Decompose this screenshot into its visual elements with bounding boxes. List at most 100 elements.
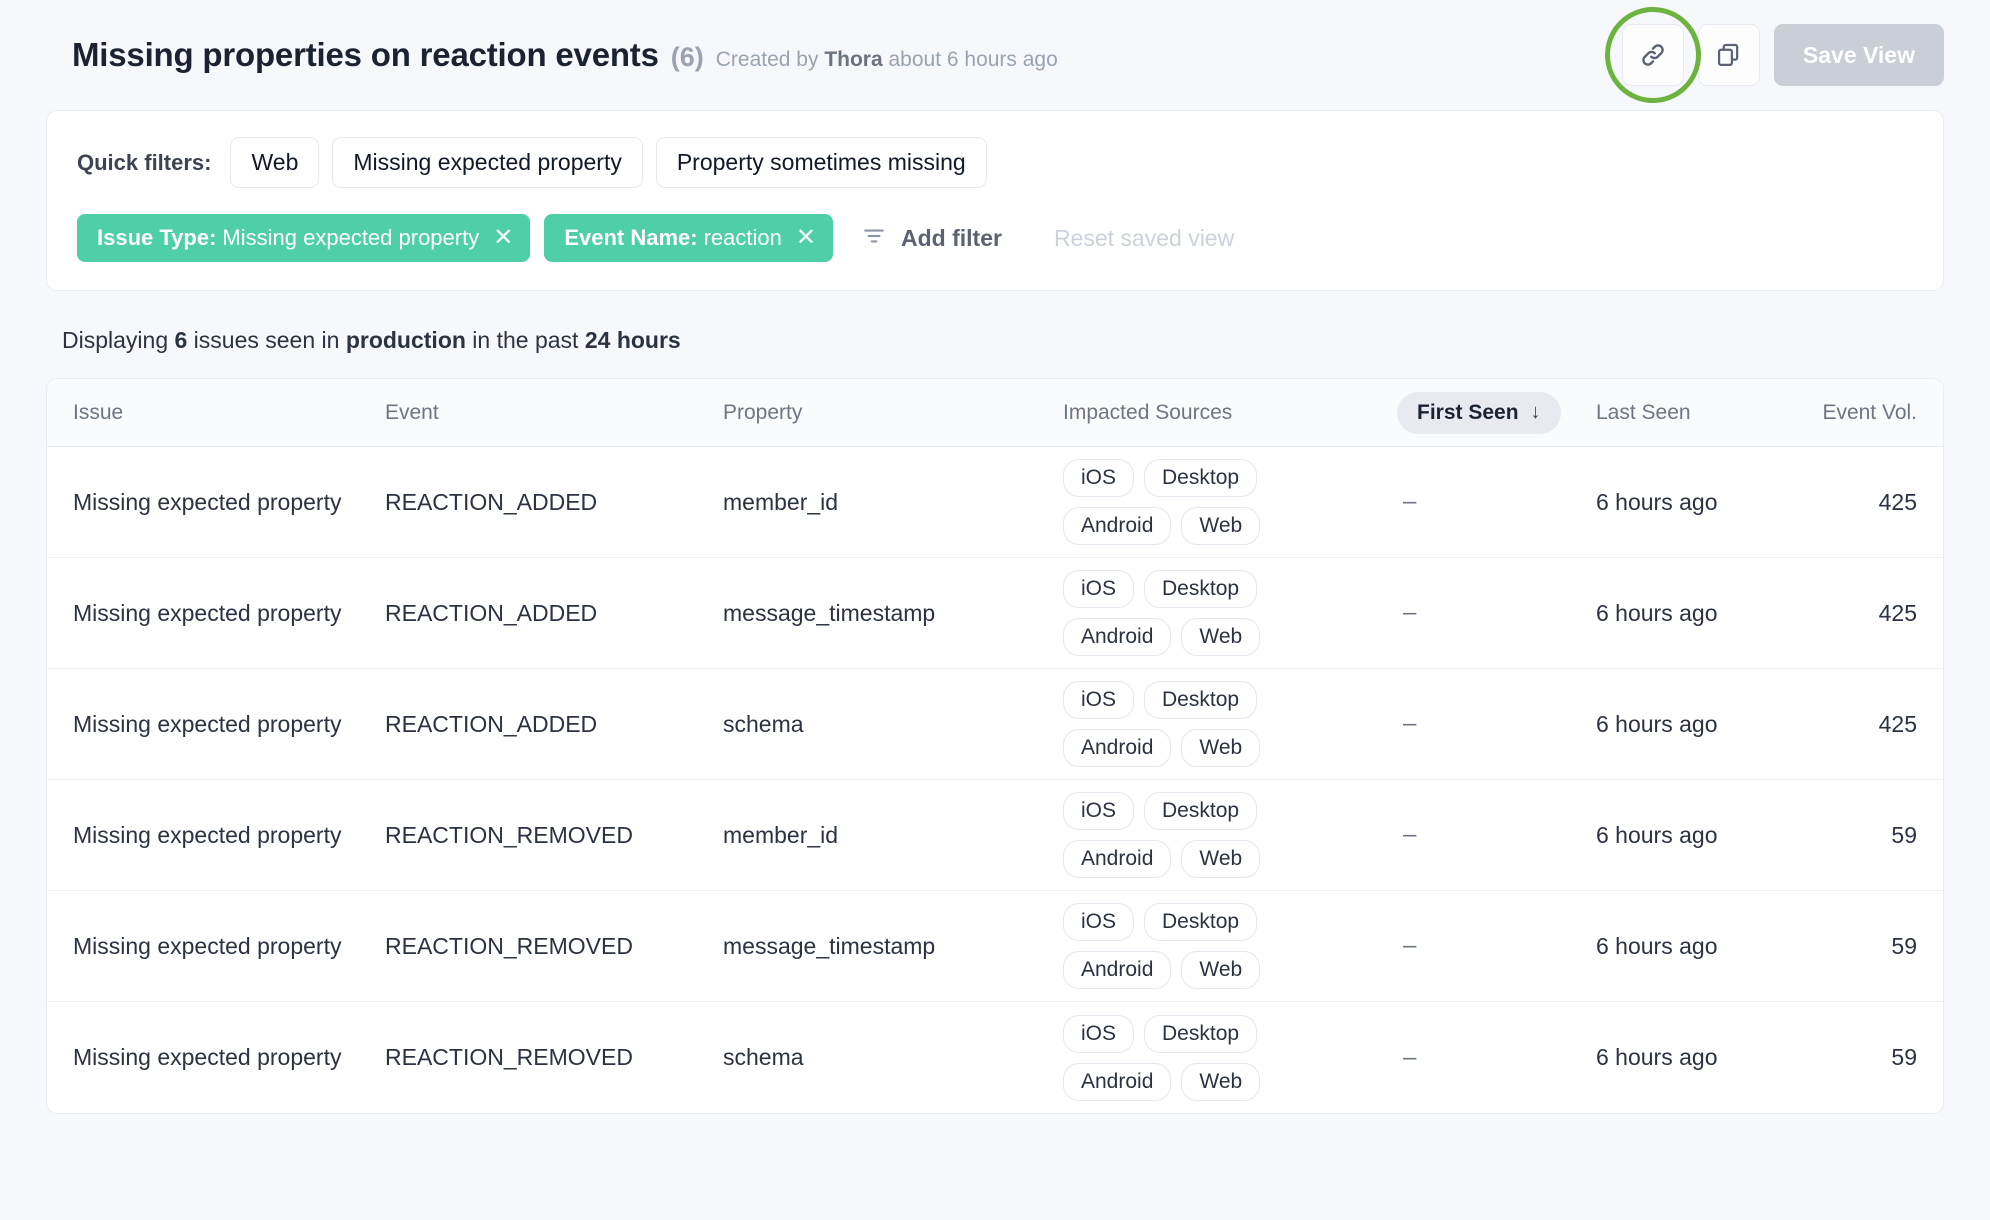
source-tag[interactable]: Desktop — [1144, 459, 1257, 497]
event-name: REACTION_REMOVED — [385, 822, 633, 848]
impacted-sources-cell: iOS Desktop Android Web — [1063, 566, 1403, 660]
source-tag[interactable]: iOS — [1063, 681, 1134, 719]
remove-filter-icon[interactable]: ✕ — [493, 226, 513, 250]
link-icon — [1638, 40, 1668, 70]
summary-prefix: Displaying — [62, 327, 175, 353]
column-header-sources-wrap: Impacted Sources — [1063, 401, 1403, 425]
event-name: REACTION_REMOVED — [385, 933, 633, 959]
property-name-cell: message_timestamp — [723, 600, 1063, 627]
column-header-event[interactable]: Event — [385, 401, 439, 424]
source-tag[interactable]: Android — [1063, 507, 1171, 545]
source-tag[interactable]: Web — [1181, 1063, 1260, 1101]
last-seen-cell: 6 hours ago — [1596, 933, 1796, 960]
source-tag[interactable]: iOS — [1063, 570, 1134, 608]
source-tag[interactable]: Web — [1181, 951, 1260, 989]
column-header-first-seen[interactable]: First Seen ↓ — [1397, 392, 1561, 434]
page-header: Missing properties on reaction events (6… — [0, 0, 1990, 110]
copy-icon — [1715, 41, 1743, 69]
last-seen-cell: 6 hours ago — [1596, 600, 1796, 627]
source-tag[interactable]: Android — [1063, 840, 1171, 878]
applied-filters-row: Issue Type: Missing expected property ✕ … — [77, 214, 1913, 262]
table-header-row: Issue Event Property Impacted Sources Fi… — [47, 379, 1943, 447]
add-filter-button[interactable]: Add filter — [861, 223, 1002, 254]
column-header-last-seen-wrap: Last Seen — [1596, 401, 1796, 425]
source-tag[interactable]: Web — [1181, 729, 1260, 767]
source-tag[interactable]: iOS — [1063, 1015, 1134, 1053]
save-view-button[interactable]: Save View — [1774, 24, 1944, 86]
page-root: Missing properties on reaction events (6… — [0, 0, 1990, 1220]
source-tag[interactable]: Android — [1063, 618, 1171, 656]
table-body: Missing expected property REACTION_ADDED m… — [47, 447, 1943, 1113]
summary-environment: production — [346, 327, 466, 353]
last-seen-cell: 6 hours ago — [1596, 822, 1796, 849]
source-tag[interactable]: Web — [1181, 840, 1260, 878]
column-header-last-seen[interactable]: Last Seen — [1596, 401, 1691, 424]
last-seen: 6 hours ago — [1596, 933, 1717, 959]
impacted-sources-list: iOS Desktop Android Web — [1063, 677, 1331, 771]
remove-filter-icon[interactable]: ✕ — [796, 226, 816, 250]
source-tag[interactable]: iOS — [1063, 459, 1134, 497]
first-seen-cell: – — [1403, 821, 1596, 849]
source-tag[interactable]: Desktop — [1144, 792, 1257, 830]
source-tag[interactable]: iOS — [1063, 903, 1134, 941]
column-header-first-seen-label: First Seen — [1417, 401, 1519, 425]
issue-name-cell: Missing expected property — [47, 711, 385, 738]
applied-filter-issue-type[interactable]: Issue Type: Missing expected property ✕ — [77, 214, 530, 262]
sort-descending-icon: ↓ — [1531, 401, 1541, 424]
source-tag[interactable]: iOS — [1063, 792, 1134, 830]
event-volume-cell: 425 — [1796, 600, 1943, 627]
column-header-event-vol[interactable]: Event Vol. — [1822, 401, 1917, 424]
column-header-event-wrap: Event — [385, 401, 723, 425]
event-name: REACTION_ADDED — [385, 600, 597, 626]
last-seen: 6 hours ago — [1596, 489, 1717, 515]
event-volume-cell: 59 — [1796, 1044, 1943, 1071]
source-tag[interactable]: Web — [1181, 618, 1260, 656]
source-tag[interactable]: Desktop — [1144, 681, 1257, 719]
quick-filters-row: Quick filters: Web Missing expected prop… — [77, 137, 1913, 188]
source-tag[interactable]: Desktop — [1144, 903, 1257, 941]
table-row[interactable]: Missing expected propertyREACTION_REMOVE… — [47, 1002, 1943, 1113]
quick-filter-chip-web[interactable]: Web — [230, 137, 319, 188]
table-row[interactable]: Missing expected property REACTION_REMOVE… — [47, 891, 1943, 1002]
applied-filter-value: reaction — [704, 225, 782, 251]
quick-filter-chip-missing-expected-property[interactable]: Missing expected property — [332, 137, 642, 188]
add-filter-label: Add filter — [901, 225, 1002, 252]
issue-name-cell: Missing expected property — [47, 933, 385, 960]
first-seen-cell: – — [1403, 1044, 1596, 1072]
table-row[interactable]: Missing expected property REACTION_REMOVE… — [47, 780, 1943, 891]
quick-filter-chip-property-sometimes-missing[interactable]: Property sometimes missing — [656, 137, 987, 188]
property-name: message_timestamp — [723, 600, 935, 626]
column-header-impacted-sources[interactable]: Impacted Sources — [1063, 401, 1232, 424]
issue-name: Missing expected property — [73, 822, 341, 848]
duplicate-view-button[interactable] — [1698, 24, 1760, 86]
event-volume: 425 — [1879, 600, 1917, 626]
issue-name: Missing expected property — [73, 933, 341, 959]
source-tag[interactable]: Android — [1063, 729, 1171, 767]
applied-filter-event-name[interactable]: Event Name: reaction ✕ — [544, 214, 833, 262]
summary-time-range: 24 hours — [585, 327, 681, 353]
copy-link-button[interactable] — [1622, 24, 1684, 86]
source-tag[interactable]: Android — [1063, 1063, 1171, 1101]
page-title-block: Missing properties on reaction events (6… — [72, 36, 1622, 74]
table-row[interactable]: Missing expected propertyREACTION_ADDEDm… — [47, 558, 1943, 669]
filter-lines-icon — [861, 223, 887, 254]
table-row[interactable]: Missing expected propertyREACTION_ADDEDs… — [47, 669, 1943, 780]
event-name-cell: REACTION_ADDED — [385, 600, 723, 627]
reset-saved-view-link[interactable]: Reset saved view — [1054, 225, 1234, 252]
source-tag[interactable]: Android — [1063, 951, 1171, 989]
created-when: about 6 hours ago — [883, 48, 1058, 71]
last-seen-cell: 6 hours ago — [1596, 489, 1796, 516]
source-tag[interactable]: Desktop — [1144, 570, 1257, 608]
event-volume: 425 — [1879, 711, 1917, 737]
column-header-property[interactable]: Property — [723, 401, 802, 424]
first-seen: – — [1403, 710, 1416, 737]
column-header-issue[interactable]: Issue — [73, 401, 123, 424]
last-seen: 6 hours ago — [1596, 822, 1717, 848]
impacted-sources-list: iOS Desktop Android Web — [1063, 788, 1331, 882]
source-tag[interactable]: Web — [1181, 507, 1260, 545]
table-row[interactable]: Missing expected propertyREACTION_ADDEDm… — [47, 447, 1943, 558]
impacted-sources-cell: iOS Desktop Android Web — [1063, 677, 1403, 771]
applied-filter-key: Issue Type: — [97, 225, 216, 251]
source-tag[interactable]: Desktop — [1144, 1015, 1257, 1053]
summary-count: 6 — [175, 327, 188, 353]
